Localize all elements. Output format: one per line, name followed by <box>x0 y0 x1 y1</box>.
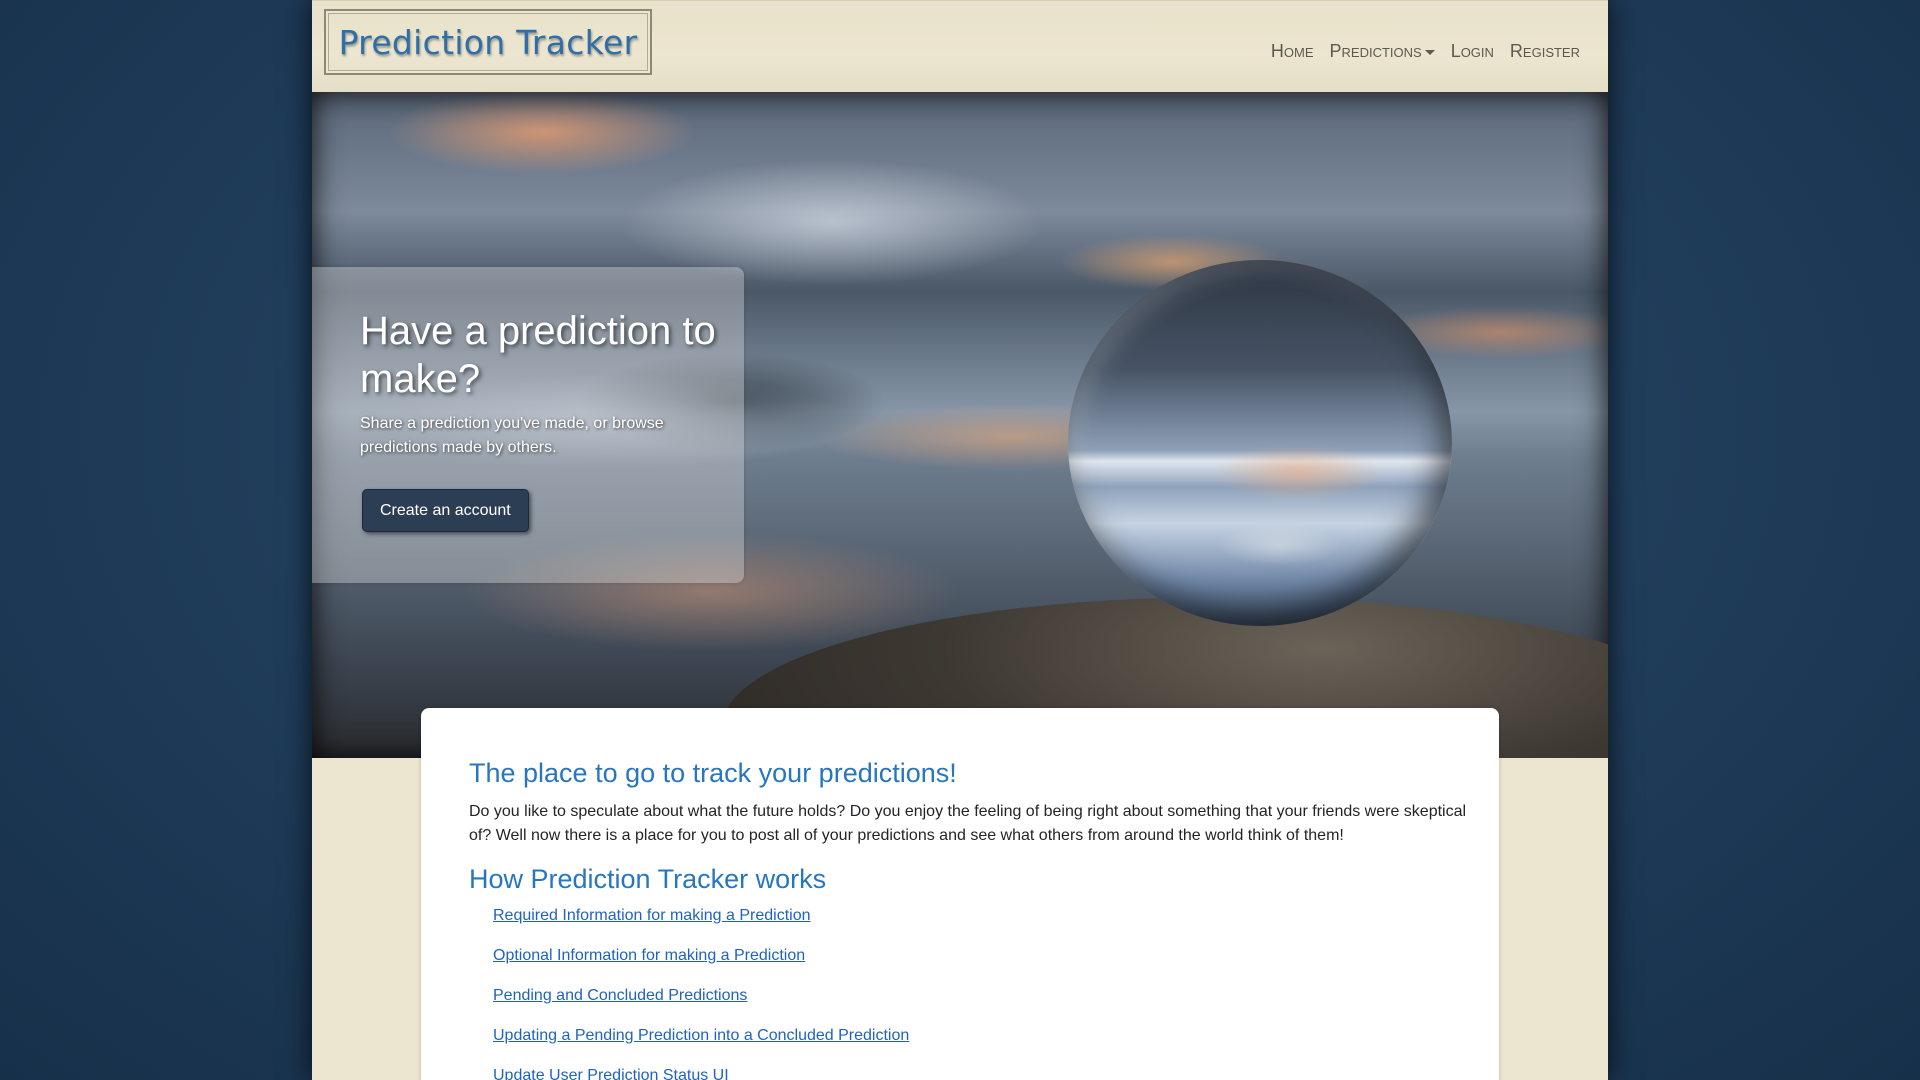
nav-home-link[interactable]: Home <box>1263 41 1322 62</box>
how-it-works-links: Required Information for making a Predic… <box>493 906 909 1080</box>
nav-home-label: Home <box>1270 41 1314 61</box>
link-optional-info[interactable]: Optional Information for making a Predic… <box>493 947 805 964</box>
create-account-button[interactable]: Create an account <box>362 489 529 532</box>
intro-paragraph: Do you like to speculate about what the … <box>469 803 1467 844</box>
list-item: Pending and Concluded Predictions <box>493 986 909 1026</box>
link-required-info[interactable]: Required Information for making a Predic… <box>493 907 811 924</box>
list-item: Updating a Pending Prediction into a Con… <box>493 1026 909 1066</box>
nav-menu: Home Predictions Login Register <box>1263 41 1588 62</box>
nav-register-label: Register <box>1509 41 1580 61</box>
nav-predictions-dropdown[interactable]: Predictions <box>1322 41 1443 62</box>
hero-title: Have a prediction to make? <box>360 309 716 401</box>
hero-subtitle: Share a prediction you've made, or brows… <box>360 415 664 456</box>
caret-down-icon <box>1424 49 1435 55</box>
link-updating-pending[interactable]: Updating a Pending Prediction into a Con… <box>493 1027 909 1044</box>
hero-banner: Have a prediction to make? Share a predi… <box>312 92 1608 758</box>
list-item: Optional Information for making a Predic… <box>493 946 909 986</box>
crystal-ball-image <box>1068 260 1452 626</box>
brand-title: Prediction Tracker <box>338 22 638 62</box>
brand-logo[interactable]: Prediction Tracker <box>324 9 652 75</box>
link-update-status-ui[interactable]: Update User Prediction Status UI <box>493 1067 729 1080</box>
list-item: Update User Prediction Status UI <box>493 1066 909 1080</box>
link-pending-concluded[interactable]: Pending and Concluded Predictions <box>493 987 747 1004</box>
page-container: Prediction Tracker Home Predictions Logi… <box>312 0 1608 1080</box>
nav-register-link[interactable]: Register <box>1502 41 1588 62</box>
nav-login-link[interactable]: Login <box>1443 41 1502 62</box>
content-card: The place to go to track your prediction… <box>421 708 1499 1080</box>
main-heading: The place to go to track your prediction… <box>469 758 957 788</box>
nav-login-label: Login <box>1450 41 1494 61</box>
list-item: Required Information for making a Predic… <box>493 906 909 946</box>
how-it-works-heading: How Prediction Tracker works <box>469 864 827 894</box>
nav-predictions-label: Predictions <box>1329 41 1422 61</box>
hero-panel: Have a prediction to make? Share a predi… <box>312 267 744 583</box>
navbar: Prediction Tracker Home Predictions Logi… <box>312 0 1608 93</box>
